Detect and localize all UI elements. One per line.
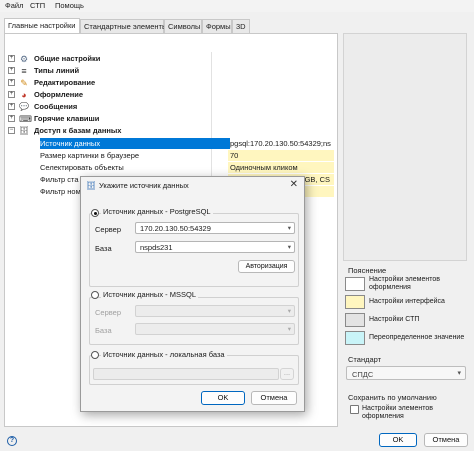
- property-name: Размер картинки в браузере: [40, 151, 140, 160]
- menu-help[interactable]: Помощь: [55, 1, 84, 10]
- mssql-server-select[interactable]: ▾: [135, 305, 295, 317]
- expand-icon[interactable]: +: [8, 91, 15, 98]
- close-icon[interactable]: ✕: [290, 179, 298, 190]
- defaults-checkbox[interactable]: [350, 405, 359, 414]
- settings-icon: ⚙: [19, 54, 29, 64]
- expand-icon[interactable]: +: [8, 79, 15, 86]
- legend-item: Настройки интерфейса: [343, 294, 467, 311]
- dialog-cancel-button[interactable]: Отмена: [251, 391, 297, 405]
- tree-item-label: Типы линий: [34, 66, 80, 75]
- chevron-down-icon: ▾: [287, 326, 291, 333]
- white-swatch: [345, 277, 365, 291]
- data-source-dialog: 🗄 Укажите источник данных ✕ Источник дан…: [80, 176, 305, 412]
- expand-icon[interactable]: +: [8, 115, 15, 122]
- expand-icon[interactable]: +: [8, 67, 15, 74]
- expand-icon[interactable]: +: [8, 103, 15, 110]
- menu-bar: Файл СТП Помощь: [0, 0, 474, 12]
- postgresql-legend: Источник данных - PostgreSQL: [101, 207, 213, 216]
- property-value-text: pgsql:170.20.130.50:54329;ns: [230, 139, 331, 148]
- tab-standard-elements[interactable]: Стандартные элементы: [80, 19, 167, 33]
- property-select-objects[interactable]: Селектировать объекты Одиночным кликом: [36, 162, 334, 173]
- authorization-button[interactable]: Авторизация: [238, 260, 295, 273]
- yellow-swatch: [345, 295, 365, 309]
- ok-button[interactable]: OK: [379, 433, 417, 447]
- property-data-source[interactable]: Источник данных pgsql:170.20.130.50:5432…: [36, 138, 334, 149]
- pg-db-label: База: [95, 244, 112, 253]
- cancel-button[interactable]: Отмена: [424, 433, 468, 447]
- pg-db-value: nspds231: [140, 243, 173, 252]
- mssql-legend: Источник данных - MSSQL: [101, 290, 198, 299]
- menu-stp[interactable]: СТП: [30, 1, 45, 10]
- pg-server-select[interactable]: 170.20.130.50:54329 ▾: [135, 222, 295, 234]
- lines-icon: ≡: [21, 66, 27, 76]
- dialog-ok-button[interactable]: OK: [201, 391, 245, 405]
- property-name: Селектировать объекты: [40, 163, 124, 172]
- standard-select[interactable]: СПДС ▾: [346, 366, 466, 380]
- cyan-swatch: [345, 331, 365, 345]
- legend-text: Настройки интерфейса: [369, 298, 445, 305]
- mssql-db-label: База: [95, 326, 112, 335]
- legend-text: Настройки СТП: [369, 316, 420, 323]
- property-value[interactable]: pgsql:170.20.130.50:54329;ns: [228, 138, 334, 149]
- keyboard-icon: ⌨: [19, 114, 32, 124]
- tree-item-label: Сообщения: [34, 102, 78, 111]
- legend-text: Переопределенное значение: [369, 334, 465, 341]
- postgresql-radio[interactable]: [91, 209, 99, 217]
- mssql-db-select[interactable]: ▾: [135, 323, 295, 335]
- legend-text: Настройки элементов оформления: [369, 276, 440, 291]
- pg-server-label: Сервер: [95, 225, 122, 234]
- pg-db-select[interactable]: nspds231 ▾: [135, 241, 295, 253]
- legend-item: Переопределенное значение: [343, 330, 467, 347]
- legend-title: Пояснение: [348, 266, 387, 275]
- browse-button[interactable]: ...: [280, 368, 294, 380]
- local-db-legend: Источник данных - локальная база: [101, 350, 227, 359]
- tree-item-label: Горячие клавиши: [34, 114, 100, 123]
- chevron-down-icon: ▾: [457, 370, 461, 377]
- standard-title: Стандарт: [348, 355, 382, 364]
- mssql-server-label: Сервер: [95, 308, 122, 317]
- tree-item-label: Оформление: [34, 90, 84, 99]
- collapse-icon[interactable]: −: [8, 127, 15, 134]
- legend-item: Настройки элементов оформления: [343, 276, 467, 293]
- property-name: Источник данных: [40, 138, 230, 149]
- mssql-radio[interactable]: [91, 291, 99, 299]
- description-pane: [343, 33, 467, 261]
- chevron-down-icon: ▾: [287, 308, 291, 315]
- property-image-size[interactable]: Размер картинки в браузере 70: [36, 150, 334, 161]
- gray-swatch: [345, 313, 365, 327]
- palette-icon: ◕: [21, 90, 27, 100]
- local-db-radio[interactable]: [91, 351, 99, 359]
- tree-item-label: Общие настройки: [34, 54, 101, 63]
- tree-item-label: Доступ к базам данных: [34, 126, 122, 135]
- legend-item: Настройки СТП: [343, 312, 467, 329]
- database-icon: 🗄: [86, 181, 97, 190]
- legend: Настройки элементов оформления Настройки…: [343, 276, 467, 346]
- chevron-down-icon: ▾: [287, 225, 291, 232]
- pencil-icon: ✎: [20, 78, 28, 88]
- message-icon: 💬: [19, 102, 29, 111]
- tab-forms[interactable]: Формы: [202, 19, 232, 33]
- local-db-path-input[interactable]: [93, 368, 279, 380]
- chevron-down-icon: ▾: [287, 244, 291, 251]
- dialog-title: Укажите источник данных: [99, 181, 189, 190]
- property-value[interactable]: Одиночным кликом: [228, 162, 334, 173]
- tab-symbols[interactable]: Символы: [164, 19, 202, 33]
- pg-server-value: 170.20.130.50:54329: [140, 224, 211, 233]
- menu-file[interactable]: Файл: [5, 1, 23, 10]
- help-icon[interactable]: ?: [7, 436, 17, 446]
- defaults-checkbox-label: Настройки элементов оформления: [362, 405, 433, 420]
- tab-3d[interactable]: 3D: [232, 19, 250, 33]
- tree-item-label: Редактирование: [34, 78, 96, 87]
- defaults-title: Сохранить по умолчанию: [348, 393, 437, 402]
- expand-icon[interactable]: +: [8, 55, 15, 62]
- property-value[interactable]: 70: [228, 150, 334, 161]
- database-icon: 🗄: [19, 126, 30, 135]
- standard-select-value: СПДС: [352, 370, 374, 379]
- tab-main-settings[interactable]: Главные настройки: [4, 18, 80, 33]
